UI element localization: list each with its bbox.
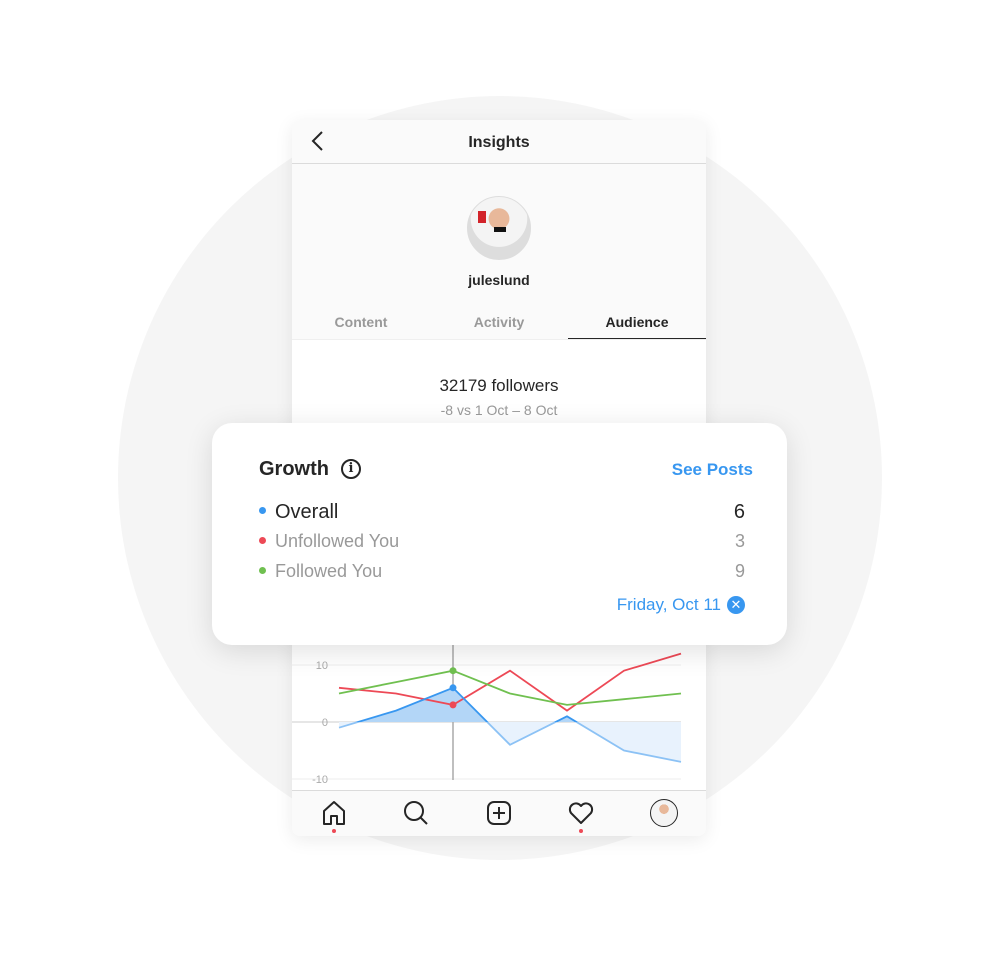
y-tick-label: 10 xyxy=(316,660,328,672)
unfollowed-label: Unfollowed You xyxy=(275,531,400,551)
tab-activity[interactable]: Activity xyxy=(430,304,568,339)
selected-point xyxy=(449,701,457,709)
y-tick-label: -10 xyxy=(312,774,328,786)
followed-label: Followed You xyxy=(275,561,383,581)
profile-avatar-icon[interactable] xyxy=(650,799,678,827)
heart-icon[interactable] xyxy=(567,799,595,827)
unfollowed-dot xyxy=(259,536,266,544)
selected-point xyxy=(449,667,457,675)
activity-notification-dot xyxy=(579,829,583,833)
info-icon[interactable]: i xyxy=(341,459,361,479)
clear-date-icon[interactable]: ✕ xyxy=(727,596,745,614)
bottom-nav xyxy=(292,790,706,836)
page-title: Insights xyxy=(468,134,530,151)
y-tick-label: 0 xyxy=(322,717,328,729)
overall-label: Overall xyxy=(275,501,339,523)
profile-section: juleslund Content Activity Audience xyxy=(292,164,706,340)
selected-point xyxy=(449,684,457,692)
selected-date[interactable]: Friday, Oct 11 ✕ xyxy=(617,595,745,615)
followed-value: 9 xyxy=(734,561,745,581)
home-notification-dot xyxy=(332,829,336,833)
tab-content[interactable]: Content xyxy=(292,304,430,339)
followers-count: 32179 followers xyxy=(439,376,559,395)
tab-bar: Content Activity Audience xyxy=(292,304,706,340)
growth-card: Growth i See Posts Overall 6 Unfollowed Y… xyxy=(212,423,787,645)
series-line-unfollowed-you xyxy=(338,652,682,712)
series-line-followed-you xyxy=(338,669,682,706)
username: juleslund xyxy=(468,272,530,288)
new-post-icon[interactable] xyxy=(485,799,513,827)
overall-dot xyxy=(259,507,266,515)
followers-comparison: -8 vs 1 Oct – 8 Oct xyxy=(440,402,558,418)
unfollowed-value: 3 xyxy=(734,531,745,551)
tab-audience[interactable]: Audience xyxy=(568,304,706,339)
overall-row: Overall 6 xyxy=(259,501,745,524)
growth-title: Growth xyxy=(259,458,329,480)
followed-row: Followed You 9 xyxy=(259,561,745,582)
home-icon[interactable] xyxy=(320,799,348,827)
growth-chart[interactable]: 10 0 -10 xyxy=(292,640,706,790)
avatar xyxy=(467,196,531,260)
selected-date-label: Friday, Oct 11 xyxy=(616,595,721,614)
see-posts-link[interactable]: See Posts xyxy=(672,460,753,480)
overall-value: 6 xyxy=(733,501,745,523)
search-icon[interactable] xyxy=(402,799,430,827)
followed-dot xyxy=(259,566,266,574)
unfollowed-row: Unfollowed You 3 xyxy=(259,531,745,552)
header: Insights xyxy=(292,120,706,164)
